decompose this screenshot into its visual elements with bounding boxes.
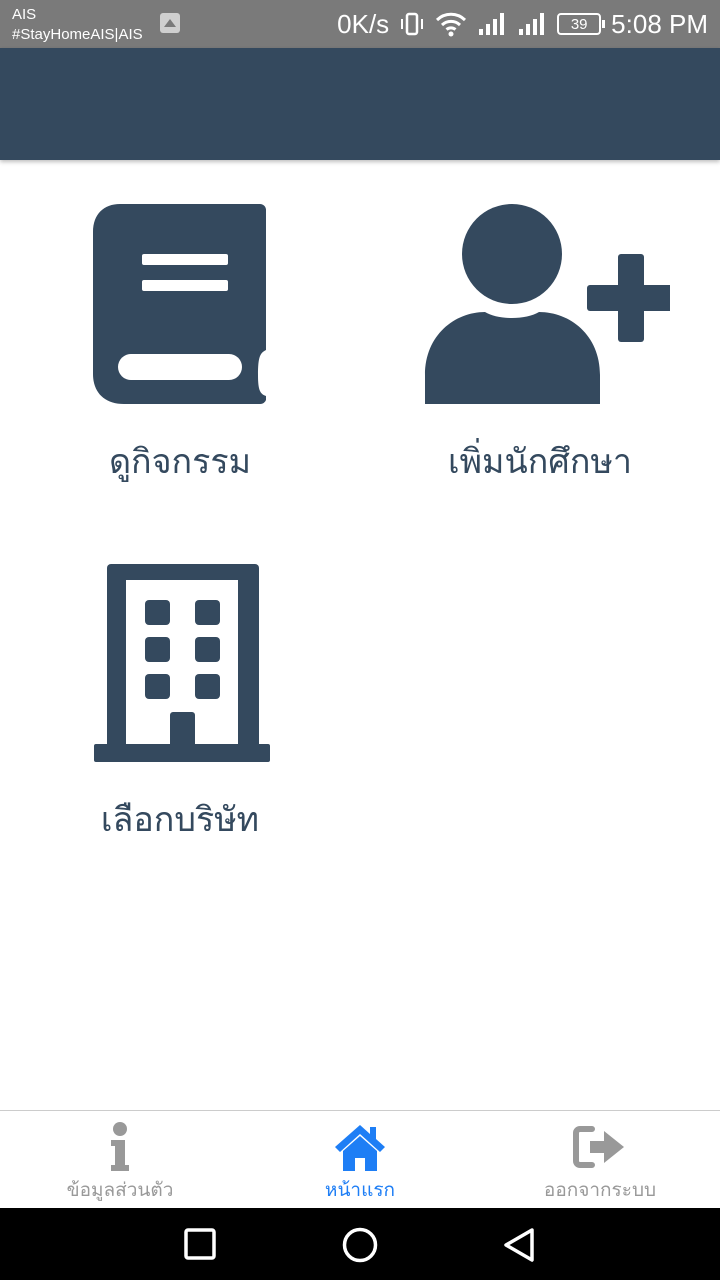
select-company-label: เลือกบริษัท — [100, 800, 260, 840]
network-speed: 0K/s — [337, 8, 390, 39]
nav-item-home[interactable]: หน้าแรก — [240, 1111, 480, 1209]
info-icon — [111, 1122, 129, 1171]
view-activities-label: ดูกิจกรรม — [108, 442, 252, 482]
battery-level: 39 — [570, 15, 588, 33]
signal-icon — [517, 11, 547, 37]
home-button[interactable] — [341, 1226, 379, 1264]
home-icon — [335, 1125, 385, 1171]
vibrate-icon — [399, 11, 425, 37]
image-notification-icon — [160, 13, 180, 33]
nav-item-logout[interactable]: ออกจากระบบ — [480, 1111, 720, 1209]
nav-item-profile[interactable]: ข้อมูลส่วนตัว — [0, 1111, 240, 1209]
app-header — [0, 48, 720, 160]
system-navigation-bar — [0, 1208, 720, 1280]
back-button[interactable] — [500, 1226, 538, 1264]
book-icon — [93, 204, 266, 405]
status-bar: AIS #StayHomeAIS|AIS 0K/s 39 5:08 PM — [0, 0, 720, 48]
select-company-button[interactable]: เลือกบริษัท — [60, 560, 300, 846]
battery-icon: 39 — [557, 13, 606, 35]
recents-button[interactable] — [182, 1226, 218, 1262]
nav-logout-label: ออกจากระบบ — [543, 1179, 657, 1201]
signal-icon — [477, 11, 507, 37]
clock: 5:08 PM — [611, 8, 708, 39]
network-name: #StayHomeAIS|AIS — [12, 26, 143, 43]
nav-profile-label: ข้อมูลส่วนตัว — [66, 1179, 174, 1201]
nav-home-label: หน้าแรก — [324, 1179, 396, 1201]
user-plus-icon — [425, 204, 670, 404]
add-student-label: เพิ่มนักศึกษา — [448, 442, 632, 482]
status-indicators: 0K/s 39 5:08 PM — [337, 0, 708, 48]
sign-out-icon — [573, 1126, 624, 1168]
add-student-button[interactable]: เพิ่มนักศึกษา — [400, 200, 680, 488]
carrier-info: AIS #StayHomeAIS|AIS — [12, 5, 143, 45]
wifi-icon — [435, 11, 467, 37]
carrier-name: AIS — [12, 6, 37, 23]
view-activities-button[interactable]: ดูกิจกรรม — [60, 200, 300, 488]
bottom-navigation: ข้อมูลส่วนตัว หน้าแรก ออกจากระบบ — [0, 1110, 720, 1208]
building-icon — [94, 564, 270, 762]
